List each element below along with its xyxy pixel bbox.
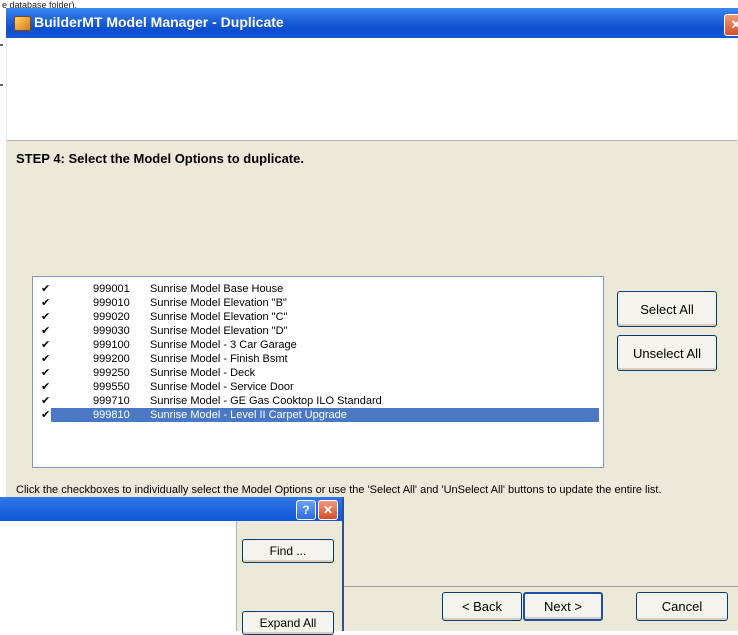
find-window-content	[0, 521, 237, 631]
option-code: 999810	[93, 409, 130, 421]
option-name: Sunrise Model Elevation "D"	[150, 325, 288, 337]
option-name: Sunrise Model - Deck	[150, 367, 256, 379]
option-code: 999020	[93, 311, 130, 323]
step-title: STEP 4: Select the Model Options to dupl…	[16, 151, 304, 166]
model-options-list[interactable]: ✔ 999001 Sunrise Model Base House ✔ 9990…	[32, 276, 604, 468]
checkbox-checked-icon[interactable]: ✔	[41, 366, 50, 380]
checkbox-checked-icon[interactable]: ✔	[41, 408, 50, 422]
list-item[interactable]: ✔ 999020 Sunrise Model Elevation "C"	[33, 310, 601, 324]
find-window-titlebar[interactable]: ? ✕	[0, 497, 342, 521]
option-name: Sunrise Model - GE Gas Cooktop ILO Stand…	[150, 395, 382, 407]
close-icon[interactable]: ✕	[724, 14, 738, 36]
checkbox-checked-icon[interactable]: ✔	[41, 282, 50, 296]
option-code: 999250	[93, 367, 130, 379]
cancel-button[interactable]: Cancel	[636, 592, 728, 621]
list-item[interactable]: ✔ 999100 Sunrise Model - 3 Car Garage	[33, 338, 601, 352]
option-code: 999100	[93, 339, 130, 351]
list-item[interactable]: ✔ 999001 Sunrise Model Base House	[33, 282, 601, 296]
find-button[interactable]: Find ...	[242, 539, 334, 563]
option-name: Sunrise Model Elevation "B"	[150, 297, 287, 309]
select-all-button[interactable]: Select All	[617, 291, 717, 327]
option-code: 999010	[93, 297, 130, 309]
close-icon[interactable]: ✕	[318, 500, 338, 520]
list-item[interactable]: ✔ 999030 Sunrise Model Elevation "D"	[33, 324, 601, 338]
option-code: 999710	[93, 395, 130, 407]
option-name: Sunrise Model Base House	[150, 283, 284, 295]
option-name: Sunrise Model - Service Door	[150, 381, 294, 393]
option-name: Sunrise Model - 3 Car Garage	[150, 339, 297, 351]
checkbox-checked-icon[interactable]: ✔	[41, 352, 50, 366]
wizard-header	[7, 38, 737, 141]
find-window: ? ✕ Find ... Expand All	[0, 497, 344, 635]
list-item[interactable]: ✔ 999250 Sunrise Model - Deck	[33, 366, 601, 380]
expand-all-button[interactable]: Expand All	[242, 611, 334, 635]
checkbox-checked-icon[interactable]: ✔	[41, 380, 50, 394]
list-item-selected[interactable]: ✔ 999810 Sunrise Model - Level II Carpet…	[33, 408, 601, 422]
option-code: 999200	[93, 353, 130, 365]
option-name: Sunrise Model - Level II Carpet Upgrade	[150, 409, 347, 421]
unselect-all-button[interactable]: Unselect All	[617, 335, 717, 371]
option-name: Sunrise Model Elevation "C"	[150, 311, 288, 323]
list-item[interactable]: ✔ 999550 Sunrise Model - Service Door	[33, 380, 601, 394]
help-icon[interactable]: ?	[296, 500, 316, 520]
app-icon	[14, 16, 31, 31]
option-code: 999550	[93, 381, 130, 393]
option-code: 999001	[93, 283, 130, 295]
checkbox-checked-icon[interactable]: ✔	[41, 310, 50, 324]
checkbox-checked-icon[interactable]: ✔	[41, 324, 50, 338]
dialog-title: BuilderMT Model Manager - Duplicate	[34, 14, 284, 30]
option-code: 999030	[93, 325, 130, 337]
dialog-titlebar[interactable]: BuilderMT Model Manager - Duplicate ✕	[6, 8, 738, 38]
list-item[interactable]: ✔ 999200 Sunrise Model - Finish Bsmt	[33, 352, 601, 366]
list-item[interactable]: ✔ 999010 Sunrise Model Elevation "B"	[33, 296, 601, 310]
list-item[interactable]: ✔ 999710 Sunrise Model - GE Gas Cooktop …	[33, 394, 601, 408]
instruction-text: Click the checkboxes to individually sel…	[16, 484, 662, 496]
checkbox-checked-icon[interactable]: ✔	[41, 338, 50, 352]
back-button[interactable]: < Back	[442, 592, 522, 621]
next-button[interactable]: Next >	[523, 592, 603, 621]
checkbox-checked-icon[interactable]: ✔	[41, 394, 50, 408]
checkbox-checked-icon[interactable]: ✔	[41, 296, 50, 310]
option-name: Sunrise Model - Finish Bsmt	[150, 353, 288, 365]
